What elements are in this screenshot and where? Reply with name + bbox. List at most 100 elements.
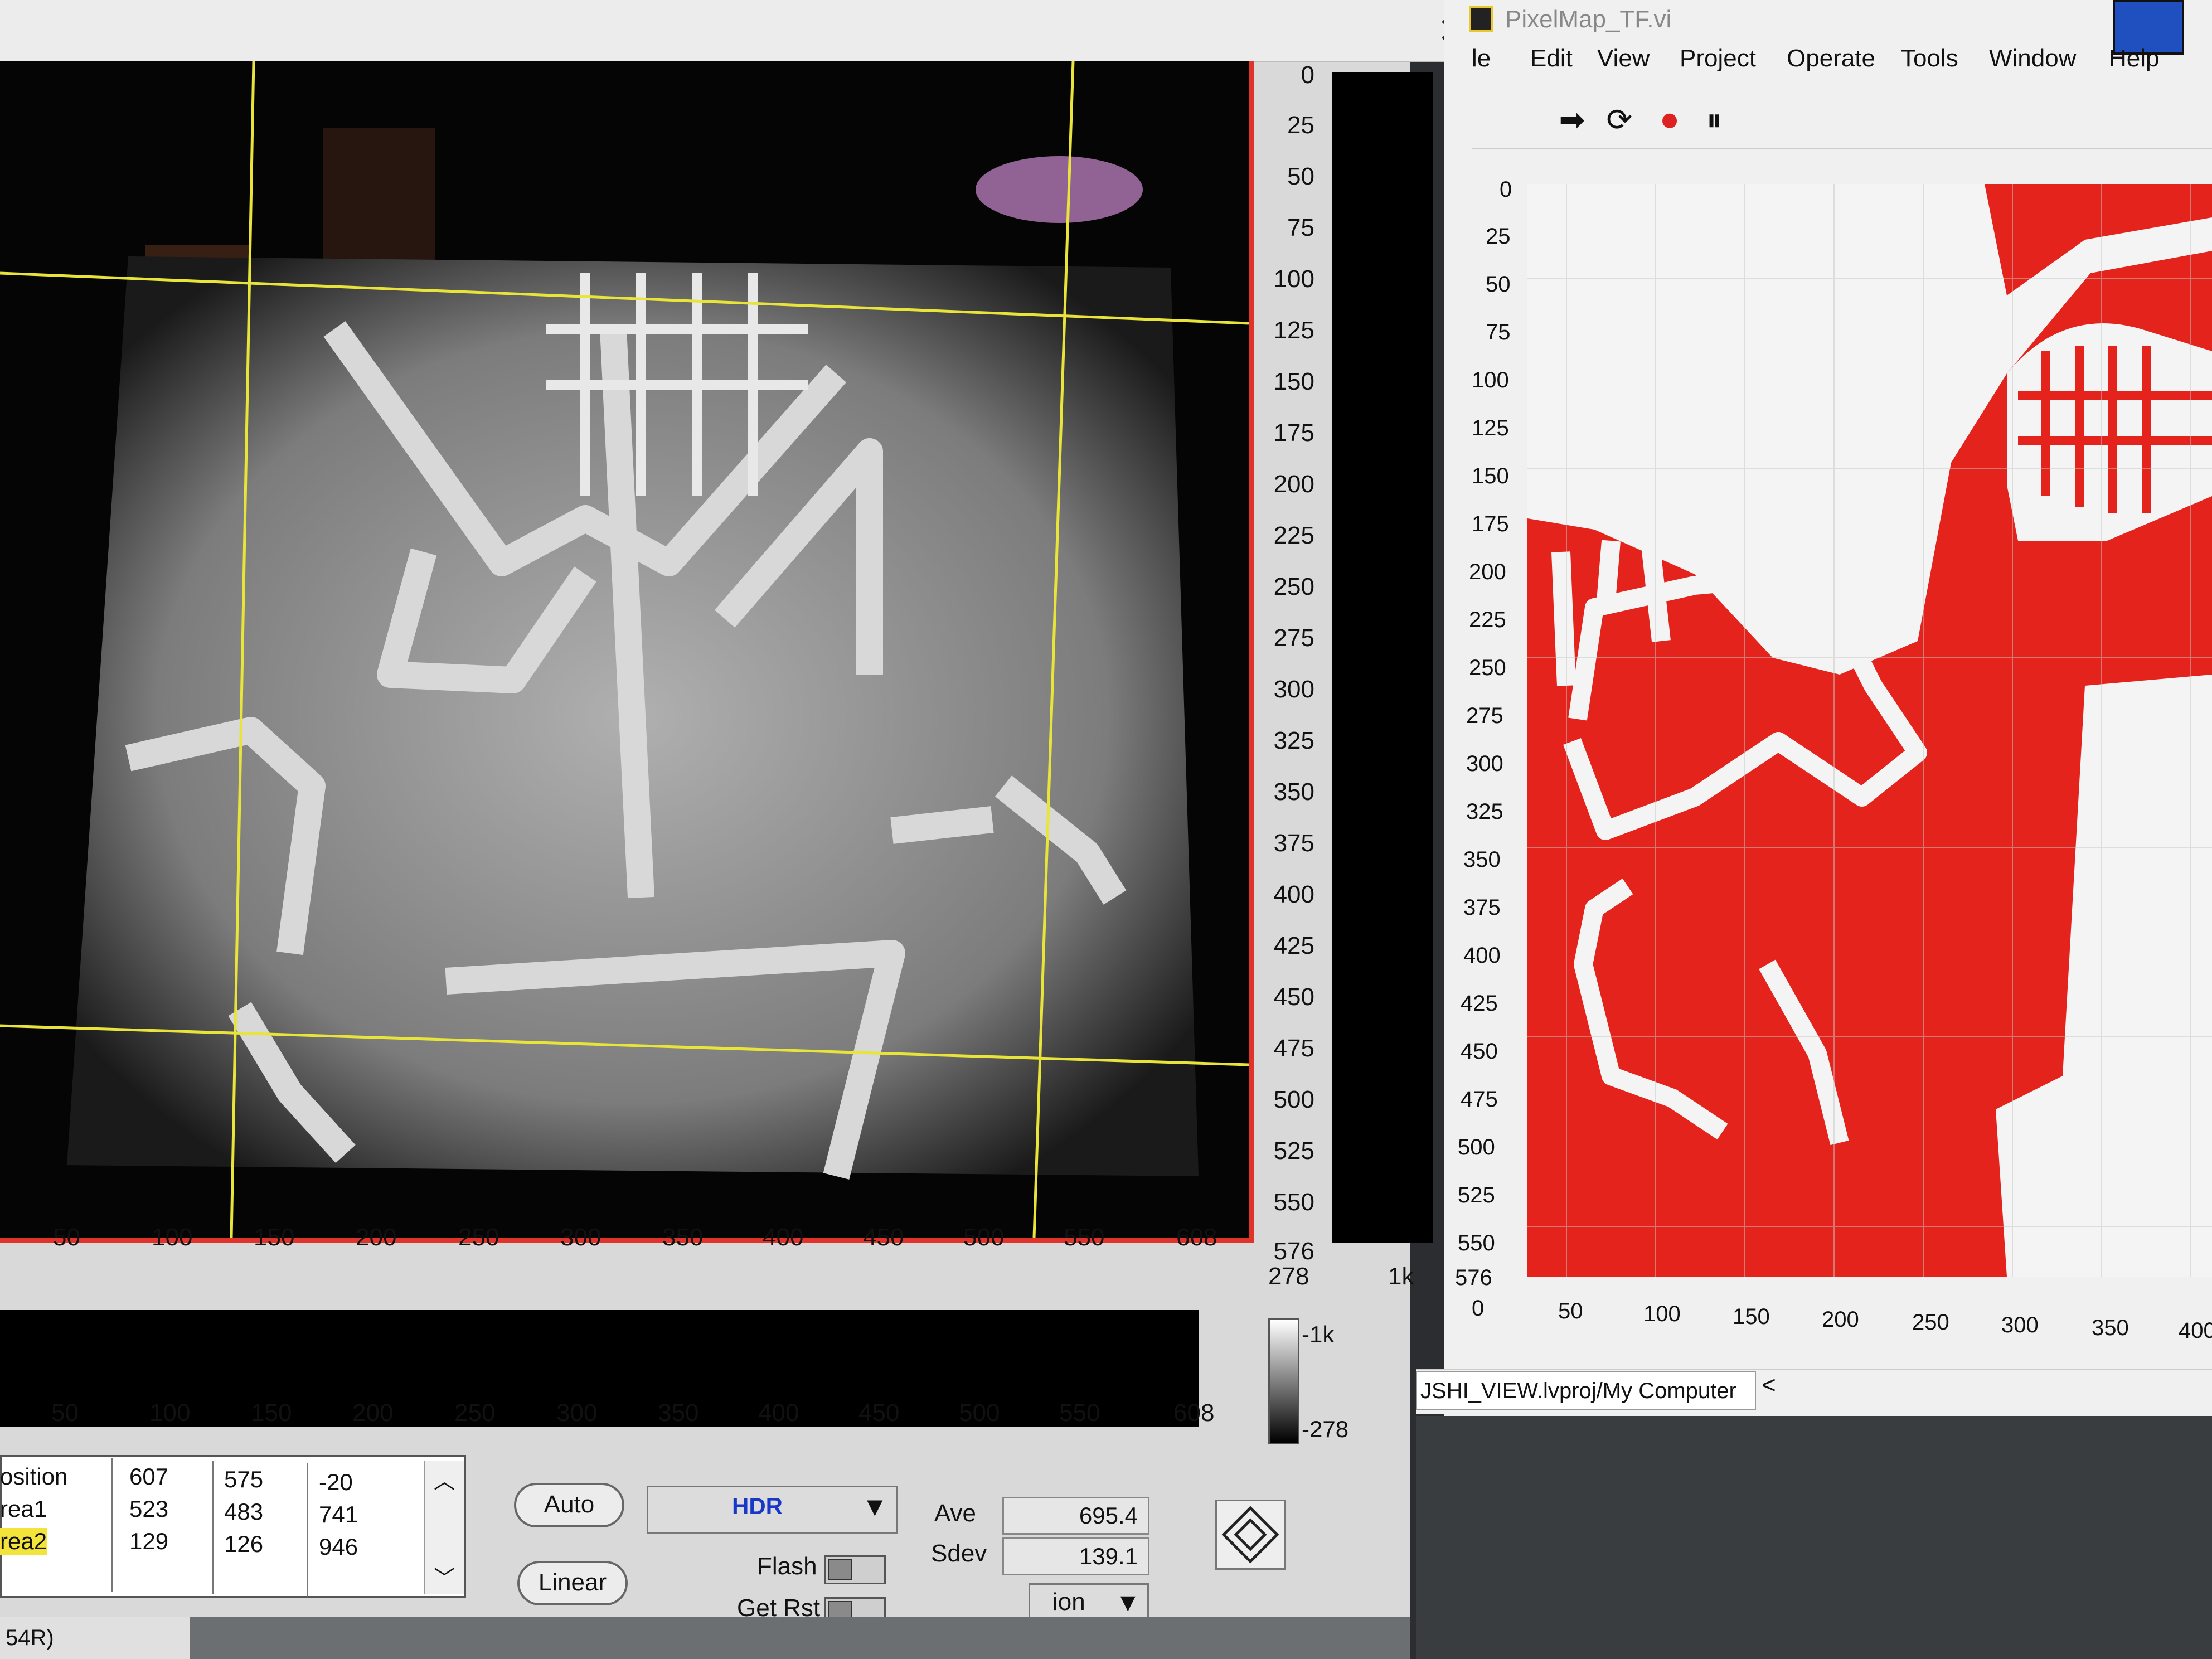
- y-tick: 475: [1461, 1087, 1498, 1112]
- table-cell[interactable]: 607: [129, 1463, 168, 1490]
- x-tick: 608: [1176, 1224, 1217, 1251]
- x-tick: 400: [763, 1224, 804, 1251]
- y-tick: 150: [1273, 368, 1314, 395]
- y-tick: 0: [1500, 177, 1512, 202]
- y-tick: 350: [1273, 778, 1314, 806]
- profile-tick: 500: [959, 1399, 1000, 1427]
- x-tick: 150: [254, 1224, 295, 1251]
- y-tick: 400: [1273, 881, 1314, 908]
- table-cell[interactable]: 946: [319, 1534, 358, 1560]
- x-tick: 450: [863, 1224, 904, 1251]
- row-label-area2: rea2: [0, 1528, 47, 1555]
- dropdown-arrow-icon[interactable]: ▼: [1115, 1587, 1141, 1617]
- menu-view[interactable]: View: [1597, 45, 1650, 72]
- x-tick: 50: [1558, 1299, 1583, 1323]
- x-tick: 50: [53, 1224, 80, 1251]
- y-tick: 576: [1455, 1265, 1492, 1290]
- y-tick: 100: [1472, 368, 1509, 392]
- x-tick: 250: [458, 1224, 499, 1251]
- menu-window[interactable]: Window: [1989, 45, 2077, 72]
- y-tick: 450: [1461, 1039, 1498, 1064]
- menu-help[interactable]: Help: [2109, 45, 2160, 72]
- linear-button[interactable]: Linear: [517, 1561, 628, 1605]
- menu-file[interactable]: le: [1472, 45, 1491, 72]
- y-tick: 375: [1273, 830, 1314, 857]
- status-text: 54R): [0, 1617, 195, 1659]
- ion-dropdown[interactable]: ion ▼: [1029, 1583, 1149, 1621]
- run-continuously-icon[interactable]: ⟳: [1600, 100, 1639, 139]
- x-tick: 150: [1733, 1304, 1770, 1329]
- y-tick: 576: [1273, 1238, 1314, 1265]
- table-cell[interactable]: 741: [319, 1501, 358, 1528]
- x-tick: 200: [356, 1224, 397, 1251]
- table-cell[interactable]: -20: [319, 1469, 353, 1496]
- mode-dropdown[interactable]: HDR ▼: [647, 1486, 898, 1534]
- y-tick: 175: [1472, 512, 1509, 536]
- profile-tick: 350: [658, 1399, 699, 1427]
- y-tick: 425: [1461, 991, 1498, 1016]
- x-tick: 300: [2001, 1313, 2039, 1337]
- pan-navigation-icon[interactable]: [1215, 1500, 1286, 1570]
- y-tick: 325: [1273, 727, 1314, 754]
- menu-edit[interactable]: Edit: [1530, 45, 1573, 72]
- menu-bar: le Edit View Project Operate Tools Windo…: [1472, 45, 2212, 89]
- colorbar-min-label: -278: [1302, 1416, 1349, 1442]
- table-cell[interactable]: 575: [224, 1466, 263, 1493]
- table-cell[interactable]: 523: [129, 1496, 168, 1522]
- y-tick: 500: [1273, 1086, 1314, 1113]
- x-tick: 500: [963, 1224, 1005, 1251]
- table-cell[interactable]: 483: [224, 1498, 263, 1525]
- profile-tick: 300: [556, 1399, 598, 1427]
- table-cell[interactable]: 126: [224, 1531, 263, 1558]
- y-tick: 250: [1469, 656, 1506, 680]
- pause-icon[interactable]: ⏸: [1695, 100, 1734, 139]
- profile-tick: 400: [758, 1399, 799, 1427]
- y-tick: 25: [1287, 111, 1314, 139]
- table-divider: [111, 1458, 113, 1592]
- scroll-left-icon[interactable]: <: [1762, 1371, 1776, 1399]
- dropdown-arrow-icon[interactable]: ▼: [861, 1492, 888, 1522]
- y-tick: 175: [1273, 419, 1314, 447]
- project-path[interactable]: JSHI_VIEW.lvproj/My Computer: [1416, 1371, 1756, 1410]
- y-tick: 425: [1273, 932, 1314, 959]
- y-tick: 50: [1287, 163, 1314, 190]
- menu-tools[interactable]: Tools: [1901, 45, 1958, 72]
- profile-tick: 1k: [1388, 1263, 1414, 1290]
- profile-tick: 200: [352, 1399, 394, 1427]
- menu-project[interactable]: Project: [1680, 45, 1756, 72]
- ave-value: 695.4: [1002, 1497, 1149, 1535]
- auto-button[interactable]: Auto: [514, 1483, 624, 1527]
- toggle-knob: [828, 1559, 852, 1580]
- flash-label: Flash: [757, 1553, 817, 1580]
- x-tick: 300: [560, 1224, 601, 1251]
- flash-toggle[interactable]: [824, 1555, 886, 1584]
- y-tick: 75: [1287, 214, 1314, 241]
- y-tick: 375: [1463, 895, 1501, 920]
- x-tick: 200: [1822, 1307, 1859, 1332]
- menu-operate[interactable]: Operate: [1787, 45, 1875, 72]
- x-tick: 250: [1912, 1310, 1949, 1335]
- profile-tick: 450: [858, 1399, 900, 1427]
- mode-dropdown-value: HDR: [732, 1493, 783, 1519]
- y-tick: 225: [1273, 522, 1314, 549]
- y-tick: 400: [1463, 943, 1501, 968]
- x-tick: 350: [662, 1224, 704, 1251]
- x-tick: 0: [1472, 1296, 1485, 1321]
- table-cell[interactable]: 129: [129, 1528, 168, 1555]
- scroll-down-icon[interactable]: ﹀: [425, 1561, 464, 1592]
- run-icon[interactable]: ➡: [1553, 100, 1592, 139]
- table-divider: [212, 1461, 214, 1594]
- abort-icon[interactable]: ⏺: [1650, 100, 1689, 139]
- scroll-up-icon[interactable]: ︿: [425, 1464, 464, 1495]
- y-tick: 100: [1273, 265, 1314, 293]
- profile-tick: 100: [149, 1399, 191, 1427]
- table-scrollbar[interactable]: ︿ ﹀: [424, 1461, 464, 1594]
- y-tick: 200: [1273, 470, 1314, 498]
- sdev-value: 139.1: [1002, 1537, 1149, 1575]
- ave-label: Ave: [934, 1500, 977, 1527]
- y-tick: 150: [1472, 464, 1509, 488]
- y-tick: 525: [1273, 1137, 1314, 1165]
- y-tick: 50: [1486, 272, 1511, 297]
- profile-tick: 550: [1059, 1399, 1100, 1427]
- sdev-label: Sdev: [931, 1540, 987, 1567]
